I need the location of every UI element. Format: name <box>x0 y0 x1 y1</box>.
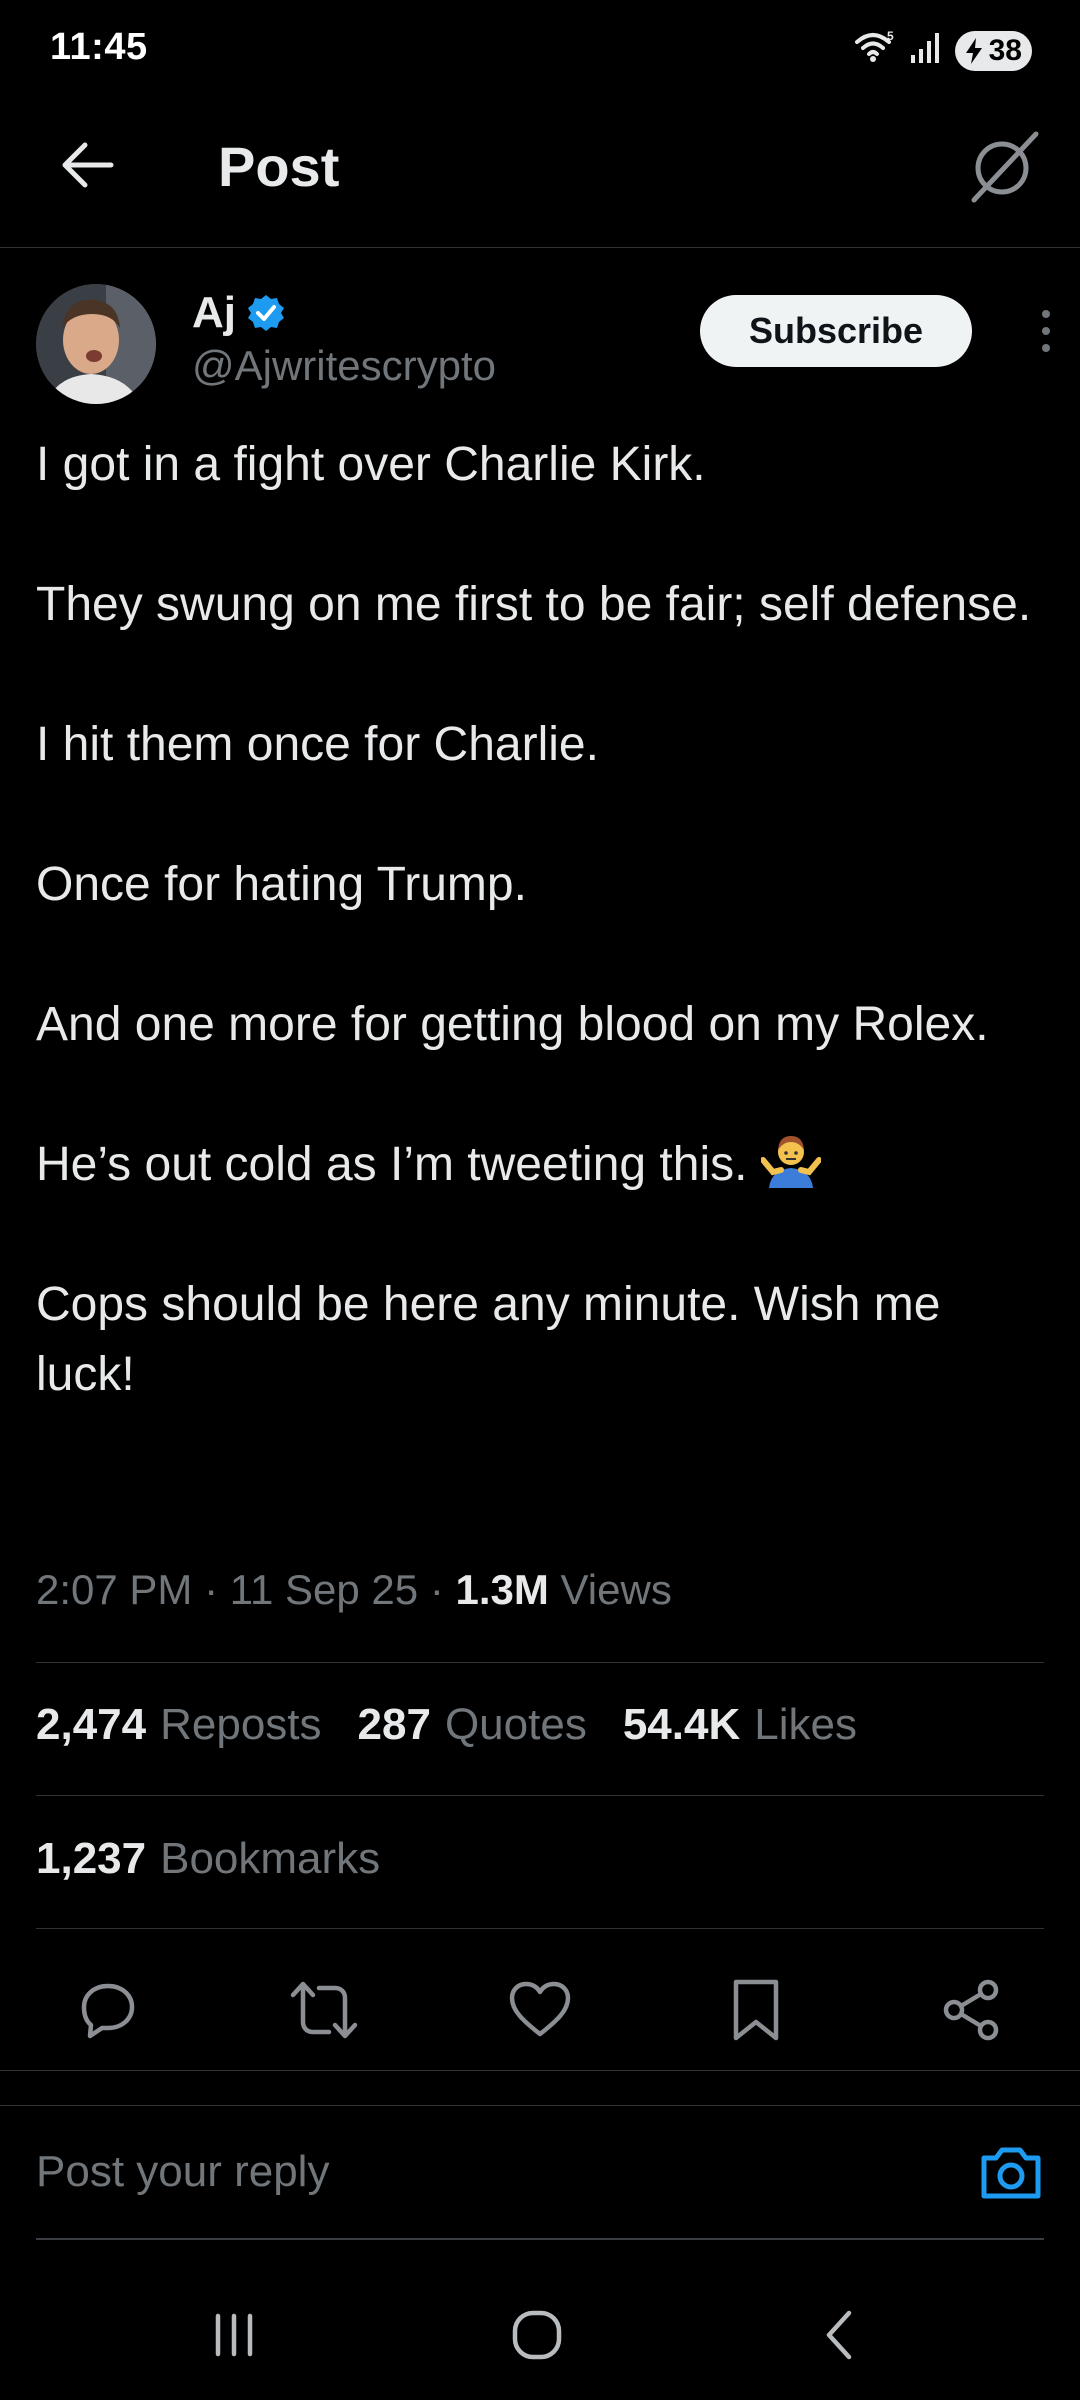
home-button[interactable] <box>497 2300 577 2370</box>
avatar-image <box>36 284 156 404</box>
post-paragraph: I hit them once for Charlie. <box>36 718 599 771</box>
meta-separator: · <box>429 1566 444 1613</box>
reposts-label: Reposts <box>160 1700 322 1749</box>
quotes-stat[interactable]: 287 Quotes <box>358 1700 587 1750</box>
likes-label: Likes <box>754 1700 857 1749</box>
views-label: Views <box>560 1566 672 1613</box>
post-date: 11 Sep 25 <box>229 1566 419 1613</box>
like-button[interactable] <box>502 1972 578 2048</box>
subscribe-button[interactable]: Subscribe <box>700 295 972 367</box>
reply-icon <box>81 1983 135 2039</box>
meta-separator: · <box>204 1566 219 1613</box>
charging-icon <box>965 37 982 64</box>
reply-button[interactable] <box>70 1972 146 2048</box>
system-back-button[interactable] <box>800 2300 880 2370</box>
back-button[interactable] <box>52 130 122 200</box>
camera-icon <box>981 2147 1041 2199</box>
post-text: I got in a fight over Charlie Kirk. They… <box>36 430 1046 1410</box>
share-button[interactable] <box>934 1972 1010 2048</box>
system-nav-bar <box>0 2270 1080 2400</box>
wifi-icon: 5 <box>853 28 897 73</box>
chevron-left-icon <box>826 2310 852 2360</box>
divider <box>36 1662 1044 1663</box>
post-paragraph: I got in a fight over Charlie Kirk. <box>36 438 706 491</box>
bookmarks-label: Bookmarks <box>160 1834 381 1883</box>
svg-text:5: 5 <box>887 29 894 43</box>
back-arrow-icon <box>62 142 114 188</box>
post-time: 2:07 PM <box>36 1566 193 1613</box>
views-count: 1.3M <box>455 1566 549 1613</box>
share-icon <box>943 1979 999 2041</box>
top-bar: Post <box>0 100 1080 248</box>
reposts-count: 2,474 <box>36 1700 147 1749</box>
post-paragraph: And one more for getting blood on my Rol… <box>36 998 989 1051</box>
bookmark-button[interactable] <box>718 1972 794 2048</box>
post-paragraph-with-emoji: He’s out cold as I’m tweeting this. <box>36 1130 1046 1200</box>
status-bar: 11:45 5 38 <box>0 0 1080 100</box>
post-paragraph: He’s out cold as I’m tweeting this. <box>36 1138 748 1191</box>
author-row: Aj @Ajwritescrypto Subscribe <box>0 248 1080 418</box>
post-paragraph: Once for hating Trump. <box>36 858 527 911</box>
repost-button[interactable] <box>286 1972 362 2048</box>
reposts-stat[interactable]: 2,474 Reposts <box>36 1700 322 1750</box>
more-options-button[interactable] <box>1026 306 1066 356</box>
reply-composer <box>0 2106 1080 2240</box>
shrugging-person-emoji-icon <box>760 1136 821 1188</box>
engagement-stats: 2,474 Reposts 287 Quotes 54.4K Likes <box>36 1700 857 1750</box>
quotes-count: 287 <box>357 1700 431 1749</box>
home-icon <box>512 2310 562 2360</box>
more-dot-icon <box>1042 344 1050 352</box>
camera-button[interactable] <box>978 2140 1044 2206</box>
author-name-line: Aj <box>192 288 286 338</box>
author-name[interactable]: Aj <box>192 288 236 338</box>
signal-icon <box>909 31 943 70</box>
bookmark-icon <box>733 1979 779 2041</box>
grok-icon <box>971 131 1039 203</box>
avatar[interactable] <box>36 284 156 404</box>
post-meta: 2:07 PM · 11 Sep 25 · 1.3M Views <box>36 1566 672 1614</box>
bookmarks-stat[interactable]: 1,237 Bookmarks <box>36 1834 380 1884</box>
likes-count: 54.4K <box>622 1700 741 1749</box>
author-handle[interactable]: @Ajwritescrypto <box>192 342 496 390</box>
like-icon <box>509 1981 571 2037</box>
post-paragraph: They swung on me first to be fair; self … <box>36 578 1032 631</box>
battery-level: 38 <box>988 33 1022 67</box>
grok-button[interactable] <box>964 126 1044 206</box>
status-icons: 5 38 <box>853 28 1032 73</box>
quotes-label: Quotes <box>444 1700 587 1749</box>
bookmarks-count: 1,237 <box>36 1834 147 1883</box>
divider <box>36 1928 1044 1929</box>
reply-input[interactable] <box>36 2142 936 2202</box>
reply-underline <box>36 2238 1044 2240</box>
likes-stat[interactable]: 54.4K Likes <box>623 1700 857 1750</box>
recent-apps-button[interactable] <box>194 2300 274 2370</box>
repost-icon <box>290 1981 358 2039</box>
post-paragraph: Cops should be here any minute. Wish me … <box>36 1278 941 1401</box>
action-bar <box>0 1950 1080 2070</box>
page-title: Post <box>218 135 340 198</box>
section-separator <box>0 2070 1080 2106</box>
battery-indicator: 38 <box>954 30 1032 71</box>
recent-apps-icon <box>215 2313 253 2357</box>
status-time: 11:45 <box>50 26 148 68</box>
more-dot-icon <box>1042 327 1050 335</box>
divider <box>36 1795 1044 1796</box>
more-dot-icon <box>1042 310 1050 318</box>
verified-badge-icon <box>248 295 284 331</box>
